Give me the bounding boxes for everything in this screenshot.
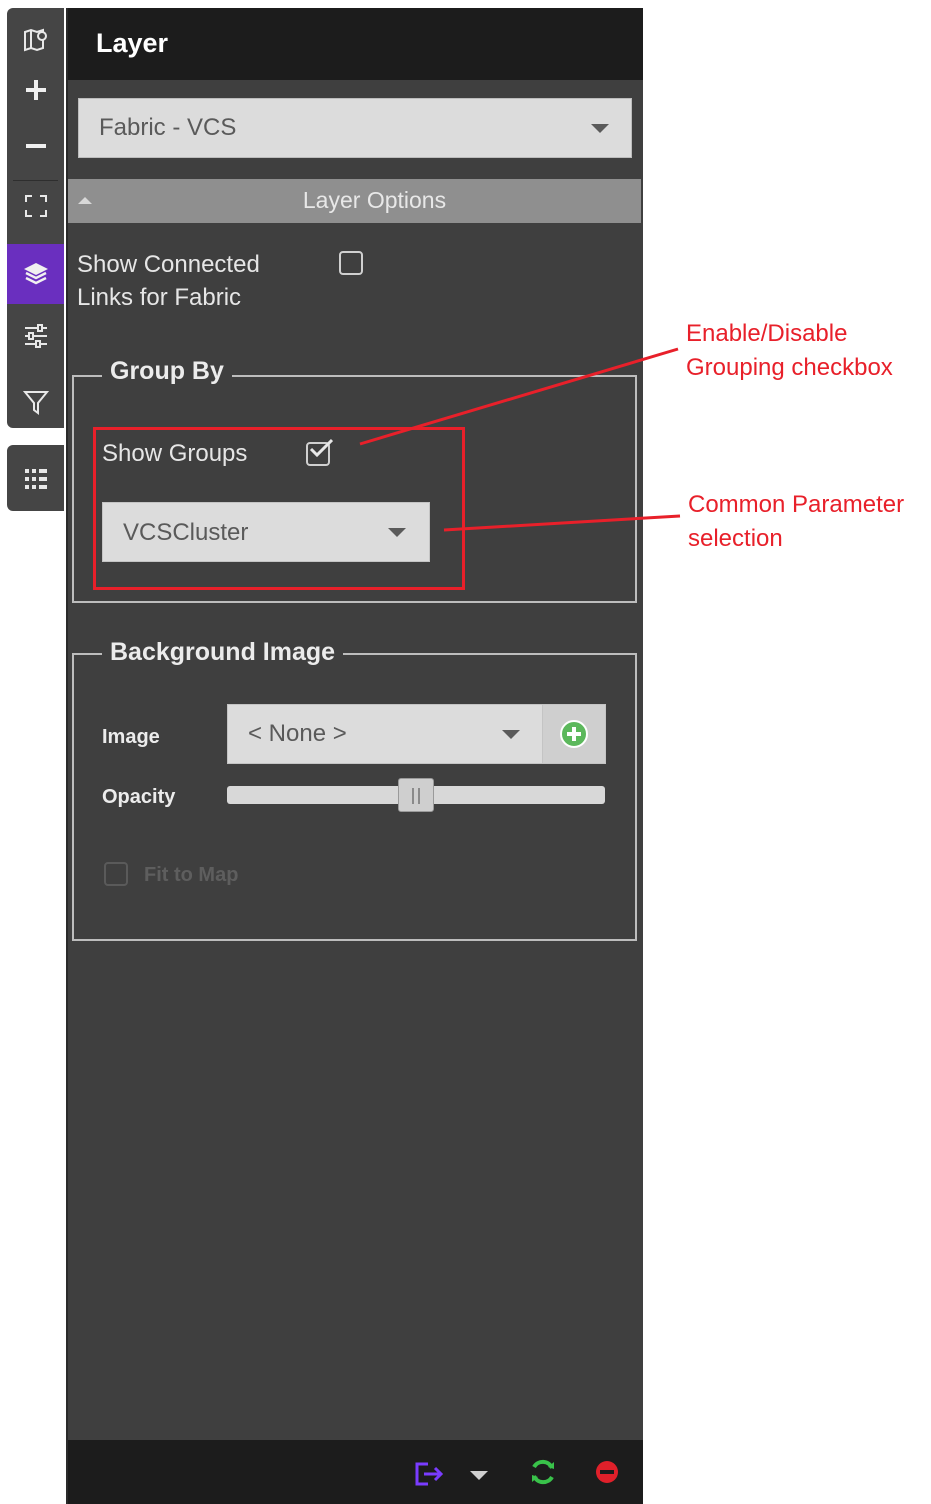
annotation-lines [359,347,681,532]
annotation-grouping-line2: Grouping checkbox [686,354,893,381]
annotation-grouping: Enable/Disable Grouping checkbox [686,317,893,385]
annotation-parameter: Common Parameter selection [688,488,904,556]
annotation-parameter-line2: selection [688,525,783,552]
annotation-grouping-line1: Enable/Disable [686,320,848,347]
annotation-parameter-line1: Common Parameter [688,491,905,518]
